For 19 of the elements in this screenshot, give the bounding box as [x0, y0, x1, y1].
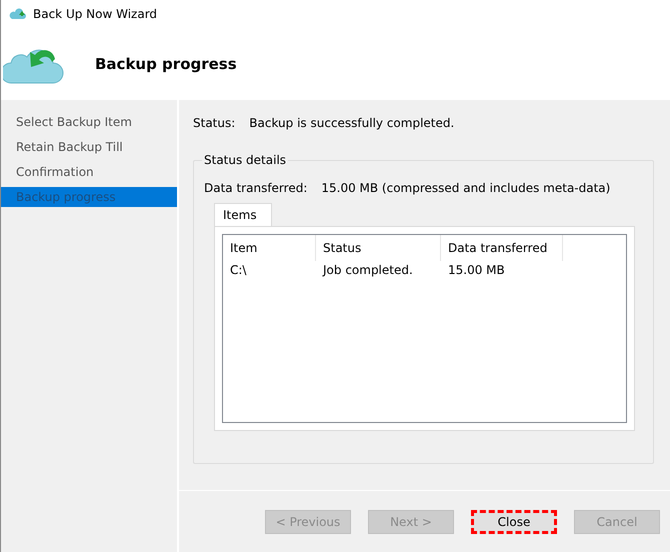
group-title: Status details	[202, 153, 288, 167]
column-header[interactable]: Item	[223, 235, 316, 261]
status-value: Backup is successfully completed.	[249, 116, 454, 130]
wizard-button[interactable]: Close	[471, 510, 557, 534]
column-header[interactable]: Data transferred	[441, 235, 563, 261]
tab[interactable]: Items	[214, 203, 272, 226]
column-header[interactable]: Status	[316, 235, 441, 261]
data-transferred-value: 15.00 MB (compressed and includes meta-data)	[321, 181, 610, 195]
table-cell-text: 15.00 MB	[447, 262, 506, 279]
table-cell-text: C:\	[229, 262, 248, 279]
wizard-step[interactable]: Confirmation	[1, 162, 177, 182]
page-title: Backup progress	[95, 55, 237, 73]
cloud-icon	[9, 8, 27, 20]
wizard-step[interactable]: Select Backup Item	[1, 112, 177, 132]
status-label: Status:	[193, 116, 236, 130]
table-cell-text: Job completed.	[321, 262, 414, 279]
wizard-step[interactable]: Retain Backup Till	[1, 137, 177, 157]
window-title: Back Up Now Wizard	[33, 7, 158, 21]
data-transferred-label: Data transferred:	[204, 181, 308, 195]
